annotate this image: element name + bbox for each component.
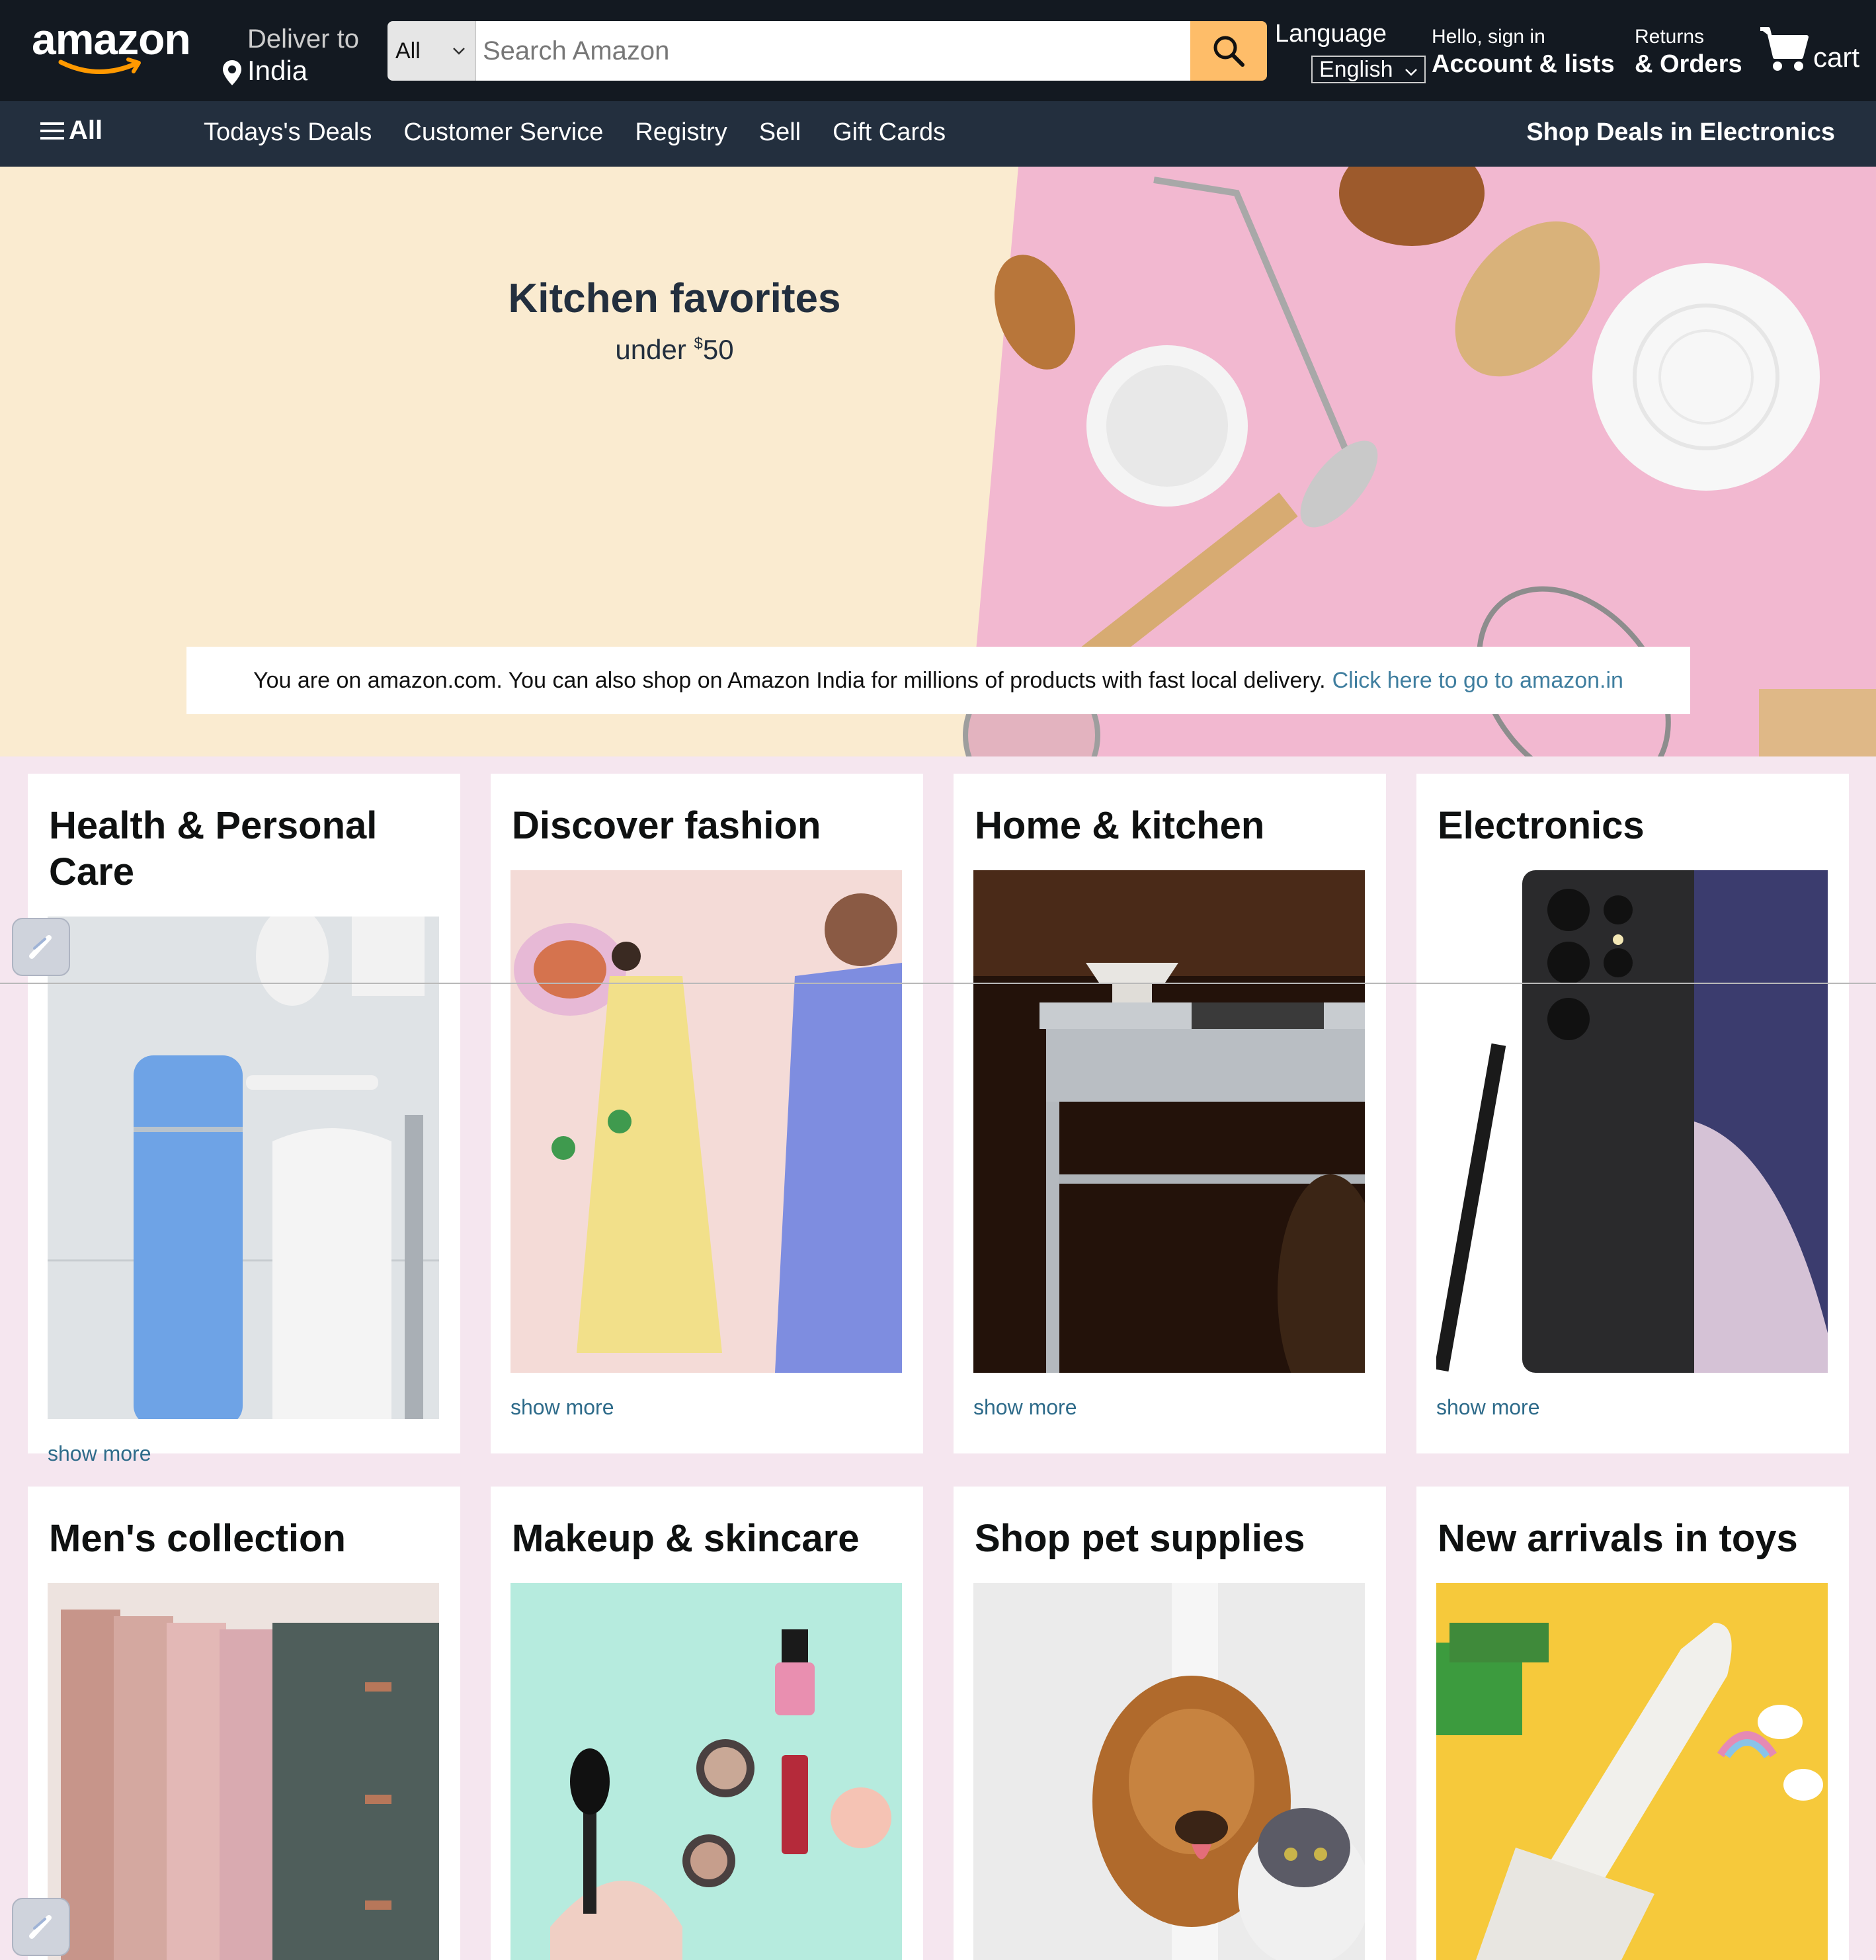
hero-subtitle: under $50 — [463, 325, 886, 368]
language-label: Language — [1275, 20, 1387, 48]
card-image[interactable] — [973, 870, 1365, 1373]
region-notice-text: You are on amazon.com. You can also shop… — [253, 667, 1326, 693]
returns-orders[interactable]: Returns & Orders — [1635, 25, 1742, 79]
health-products-image — [48, 917, 439, 1419]
toy-airplane-image — [1436, 1583, 1828, 1960]
hero-amount: 50 — [702, 334, 734, 365]
card-discover-fashion: Discover fashion show more — [491, 774, 923, 1453]
makeup-products-image — [510, 1583, 902, 1960]
deliver-label: Deliver to — [247, 24, 359, 54]
orders-label: & Orders — [1635, 50, 1742, 78]
card-image[interactable] — [48, 917, 439, 1419]
card-image[interactable] — [1436, 870, 1828, 1373]
location-pin-icon — [223, 60, 241, 85]
show-more-link[interactable]: show more — [510, 1395, 614, 1420]
card-pet-supplies: Shop pet supplies — [954, 1487, 1386, 1960]
card-electronics: Electronics show more — [1416, 774, 1849, 1453]
go-to-amazon-in-link[interactable]: Click here to go to amazon.in — [1332, 668, 1623, 694]
search-category-value: All — [395, 38, 421, 63]
card-title: Health & Personal Care — [49, 804, 378, 893]
hamburger-icon — [40, 122, 64, 140]
subnav-link-registry[interactable]: Registry — [635, 118, 727, 147]
card-image[interactable] — [510, 1583, 902, 1960]
show-more-link[interactable]: show more — [48, 1442, 151, 1466]
subnav-link-gift-cards[interactable]: Gift Cards — [833, 118, 946, 147]
top-nav: amazon Deliver to India All Language — [0, 0, 1876, 101]
card-makeup-skincare: Makeup & skincare — [491, 1487, 923, 1960]
hero-title-block: Kitchen favorites under $50 — [463, 272, 886, 368]
home-desk-image — [973, 870, 1365, 1373]
mens-clothing-image — [48, 1583, 439, 1960]
cart-icon — [1760, 27, 1809, 71]
hero-title: Kitchen favorites — [508, 276, 841, 321]
cart-label: cart — [1813, 42, 1860, 73]
search-input[interactable] — [476, 21, 1190, 81]
smartphone-image — [1436, 870, 1828, 1373]
hero-subtitle-prefix: under — [615, 334, 694, 365]
card-title: Discover fashion — [512, 804, 821, 847]
subnav-link-todays-deals[interactable]: Todays's Deals — [204, 118, 372, 147]
account-label: Account & lists — [1432, 50, 1615, 78]
search-icon — [1213, 36, 1244, 67]
all-menu-label: All — [69, 116, 103, 145]
pen-edit-icon — [29, 1915, 52, 1939]
hero-banner[interactable]: Kitchen favorites under $50 You are on a… — [0, 167, 1876, 756]
all-menu-button[interactable]: All — [40, 116, 102, 145]
card-image[interactable] — [1436, 1583, 1828, 1960]
edit-widget-tab[interactable] — [12, 918, 70, 976]
deliver-to[interactable]: Deliver to India — [222, 24, 359, 87]
fashion-models-image — [510, 870, 902, 1373]
search-button[interactable] — [1190, 21, 1267, 81]
show-more-link[interactable]: show more — [973, 1395, 1077, 1420]
deliver-location: India — [222, 54, 359, 87]
card-new-arrivals-toys: New arrivals in toys — [1416, 1487, 1849, 1960]
card-title: Home & kitchen — [975, 804, 1265, 847]
card-title: Shop pet supplies — [975, 1517, 1305, 1560]
returns-label: Returns — [1635, 26, 1705, 48]
pen-edit-icon — [29, 935, 52, 959]
card-title: Men's collection — [49, 1517, 346, 1560]
card-title: Electronics — [1438, 804, 1645, 847]
card-home-kitchen: Home & kitchen show more — [954, 774, 1386, 1453]
cart-button[interactable]: cart — [1759, 25, 1859, 74]
card-image[interactable] — [973, 1583, 1365, 1960]
subnav-link-customer-service[interactable]: Customer Service — [403, 118, 603, 147]
edit-widget-tab[interactable] — [12, 1898, 70, 1956]
card-mens-collection: Men's collection — [28, 1487, 460, 1960]
dog-and-cat-image — [973, 1583, 1365, 1960]
subnav-link-sell[interactable]: Sell — [759, 118, 801, 147]
page-divider — [0, 983, 1876, 984]
show-more-link[interactable]: show more — [1436, 1395, 1540, 1420]
card-title: New arrivals in toys — [1438, 1517, 1798, 1560]
card-image[interactable] — [48, 1583, 439, 1960]
logo-smile-icon — [58, 58, 141, 74]
region-notice: You are on amazon.com. You can also shop… — [186, 647, 1690, 714]
deliver-country: India — [247, 55, 308, 86]
card-title: Makeup & skincare — [512, 1517, 860, 1560]
language-selector: Language English — [1275, 19, 1426, 83]
language-value: English — [1319, 57, 1393, 82]
search-category-select[interactable]: All — [387, 21, 476, 81]
dropdown-caret-icon — [1405, 69, 1417, 76]
account-greeting: Hello, sign in — [1432, 26, 1545, 48]
card-health-personal-care: Health & Personal Care show more — [28, 774, 460, 1465]
sub-nav: All Todays's Deals Customer Service Regi… — [0, 101, 1876, 167]
hero-currency: $ — [694, 335, 703, 352]
dropdown-caret-icon — [453, 48, 465, 55]
language-dropdown[interactable]: English — [1311, 56, 1426, 83]
shop-deals-electronics-link[interactable]: Shop Deals in Electronics — [1526, 118, 1835, 147]
search-bar: All — [387, 21, 1267, 81]
subnav-links: Todays's Deals Customer Service Registry… — [204, 118, 946, 147]
card-image[interactable] — [510, 870, 902, 1373]
amazon-logo[interactable]: amazon — [32, 15, 191, 81]
logo-text: amazon — [32, 15, 191, 63]
account-menu[interactable]: Hello, sign in Account & lists — [1432, 25, 1615, 79]
